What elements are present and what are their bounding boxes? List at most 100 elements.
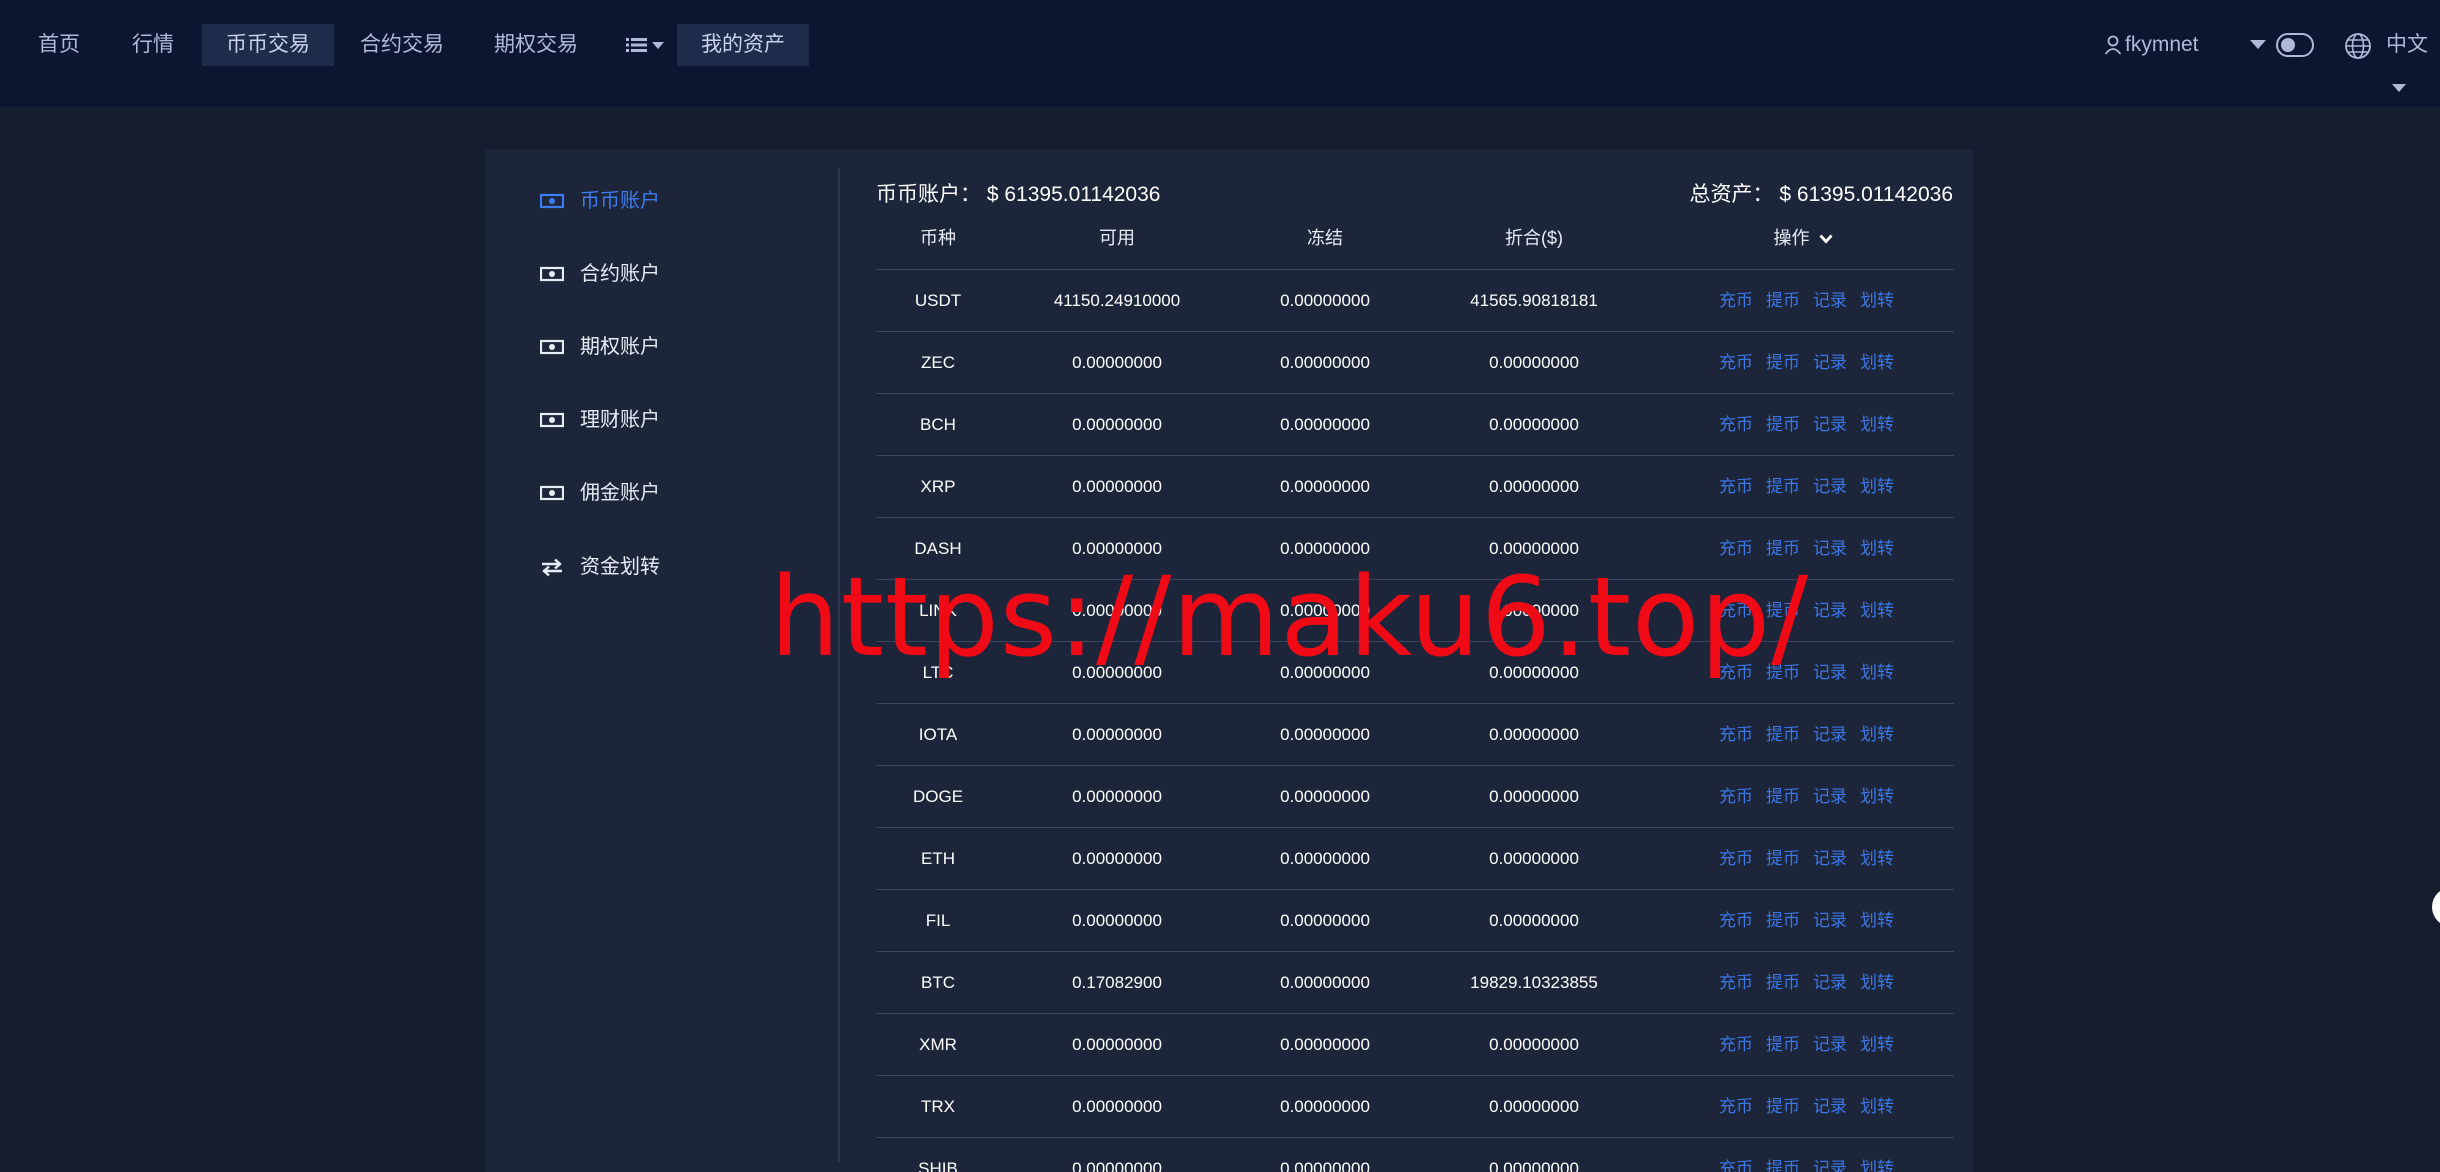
- deposit-link[interactable]: 充币: [1719, 911, 1753, 930]
- withdraw-link[interactable]: 提币: [1766, 1035, 1800, 1054]
- records-link[interactable]: 记录: [1813, 973, 1847, 992]
- withdraw-link[interactable]: 提币: [1766, 787, 1800, 806]
- deposit-link[interactable]: 充币: [1719, 415, 1753, 434]
- table-row: BCH 0.00000000 0.00000000 0.00000000 充币 提币 记录划…: [876, 394, 1954, 456]
- withdraw-link[interactable]: 提币: [1766, 291, 1800, 310]
- table-row: TRX 0.00000000 0.00000000 0.00000000 充币 提币 记录划…: [876, 1076, 1954, 1138]
- table-row: BTC 0.17082900 0.00000000 19829.10323855 充币提…: [876, 952, 1954, 1014]
- withdraw-link[interactable]: 提币: [1766, 1097, 1800, 1116]
- nav-home[interactable]: 首页: [14, 24, 104, 66]
- language-selector[interactable]: 中文: [2386, 24, 2440, 92]
- toggle-knob: [2281, 38, 2295, 52]
- equivalent-cell: 0.00000000: [1489, 1035, 1579, 1054]
- transfer-link[interactable]: 划转: [1860, 849, 1894, 868]
- records-link[interactable]: 记录: [1813, 539, 1847, 558]
- records-link[interactable]: 记录: [1813, 477, 1847, 496]
- more-menu-button[interactable]: [626, 24, 670, 66]
- table-row: USDT 41150.24910000 0.00000000 41565.908181…: [876, 270, 1954, 332]
- currency-cell: ETH: [921, 849, 955, 868]
- records-link[interactable]: 记录: [1813, 787, 1847, 806]
- frozen-cell: 0.00000000: [1280, 1035, 1370, 1054]
- withdraw-link[interactable]: 提币: [1766, 849, 1800, 868]
- available-cell: 0.00000000: [1072, 477, 1162, 496]
- withdraw-link[interactable]: 提币: [1766, 415, 1800, 434]
- withdraw-link[interactable]: 提币: [1766, 911, 1800, 930]
- spot-account-label: 币币账户：: [876, 183, 981, 206]
- nav-contract-trading[interactable]: 合约交易: [336, 24, 468, 66]
- deposit-link[interactable]: 充币: [1719, 725, 1753, 744]
- total-assets-value: $ 61395.01142036: [1779, 183, 1953, 206]
- available-cell: 0.00000000: [1072, 415, 1162, 434]
- nav-my-assets[interactable]: 我的资产: [677, 24, 809, 66]
- floating-widget[interactable]: [2432, 887, 2440, 927]
- transfer-link[interactable]: 划转: [1860, 1159, 1894, 1172]
- transfer-link[interactable]: 划转: [1860, 663, 1894, 682]
- deposit-link[interactable]: 充币: [1719, 477, 1753, 496]
- spot-account-value: $ 61395.01142036: [986, 183, 1161, 206]
- header-available: 可用: [1099, 228, 1135, 248]
- deposit-link[interactable]: 充币: [1719, 1097, 1753, 1116]
- sidebar-item-label: 合约账户: [580, 263, 660, 285]
- spot-account-summary: 币币账户： $ 61395.01142036: [876, 180, 1160, 210]
- equivalent-cell: 0.00000000: [1489, 1097, 1579, 1116]
- equivalent-cell: 0.00000000: [1489, 353, 1579, 372]
- transfer-link[interactable]: 划转: [1860, 1097, 1894, 1116]
- records-link[interactable]: 记录: [1813, 911, 1847, 930]
- records-link[interactable]: 记录: [1813, 1097, 1847, 1116]
- deposit-link[interactable]: 充币: [1719, 1159, 1753, 1172]
- transfer-link[interactable]: 划转: [1860, 911, 1894, 930]
- records-link[interactable]: 记录: [1813, 291, 1847, 310]
- records-link[interactable]: 记录: [1813, 725, 1847, 744]
- transfer-link[interactable]: 划转: [1860, 787, 1894, 806]
- table-row: FIL 0.00000000 0.00000000 0.00000000 充币 提币 记录划…: [876, 890, 1954, 952]
- transfer-link[interactable]: 划转: [1860, 973, 1894, 992]
- sidebar-item-label: 理财账户: [580, 409, 660, 431]
- nav-options-trading[interactable]: 期权交易: [470, 24, 602, 66]
- equivalent-cell: 0.00000000: [1489, 1159, 1579, 1172]
- frozen-cell: 0.00000000: [1280, 787, 1370, 806]
- records-link[interactable]: 记录: [1813, 1159, 1847, 1172]
- records-link[interactable]: 记录: [1813, 353, 1847, 372]
- deposit-link[interactable]: 充币: [1719, 973, 1753, 992]
- transfer-link[interactable]: 划转: [1860, 725, 1894, 744]
- username: fkymnet: [2125, 33, 2199, 56]
- nav-spot-trading[interactable]: 币币交易: [202, 24, 334, 66]
- table-row: ETH 0.00000000 0.00000000 0.00000000 充币 提币 记录划…: [876, 828, 1954, 890]
- row-actions: 充币 提币 记录 划转: [1719, 952, 1907, 1014]
- transfer-link[interactable]: 划转: [1860, 291, 1894, 310]
- withdraw-link[interactable]: 提币: [1766, 973, 1800, 992]
- currency-cell: FIL: [925, 911, 951, 930]
- deposit-link[interactable]: 充币: [1719, 1035, 1753, 1054]
- row-actions: 充币 提币 记录 划转: [1719, 332, 1907, 394]
- row-actions: 充币 提币 记录 划转: [1719, 828, 1907, 890]
- transfer-link[interactable]: 划转: [1860, 539, 1894, 558]
- transfer-link[interactable]: 划转: [1860, 1035, 1894, 1054]
- chevron-down-icon[interactable]: [2250, 40, 2266, 50]
- table-body: USDT 41150.24910000 0.00000000 41565.908181…: [876, 270, 1954, 1172]
- deposit-link[interactable]: 充币: [1719, 291, 1753, 310]
- withdraw-link[interactable]: 提币: [1766, 725, 1800, 744]
- row-actions: 充币 提币 记录 划转: [1719, 1014, 1907, 1076]
- deposit-link[interactable]: 充币: [1719, 353, 1753, 372]
- currency-cell: BCH: [920, 415, 956, 434]
- transfer-link[interactable]: 划转: [1860, 353, 1894, 372]
- withdraw-link[interactable]: 提币: [1766, 353, 1800, 372]
- equivalent-cell: 41565.90818181: [1470, 291, 1598, 310]
- deposit-link[interactable]: 充币: [1719, 787, 1753, 806]
- records-link[interactable]: 记录: [1813, 849, 1847, 868]
- deposit-link[interactable]: 充币: [1719, 849, 1753, 868]
- header-frozen: 冻结: [1307, 228, 1343, 248]
- withdraw-link[interactable]: 提币: [1766, 477, 1800, 496]
- transfer-link[interactable]: 划转: [1860, 415, 1894, 434]
- header-operations-label: 操作: [1773, 228, 1810, 248]
- transfer-link[interactable]: 划转: [1860, 477, 1894, 496]
- records-link[interactable]: 记录: [1813, 601, 1847, 620]
- nav-market[interactable]: 行情: [108, 24, 198, 66]
- withdraw-link[interactable]: 提币: [1766, 1159, 1800, 1172]
- transfer-link[interactable]: 划转: [1860, 601, 1894, 620]
- records-link[interactable]: 记录: [1813, 1035, 1847, 1054]
- records-link[interactable]: 记录: [1813, 415, 1847, 434]
- records-link[interactable]: 记录: [1813, 663, 1847, 682]
- theme-toggle[interactable]: [2276, 33, 2314, 57]
- header-operations[interactable]: 操作: [1652, 218, 1954, 258]
